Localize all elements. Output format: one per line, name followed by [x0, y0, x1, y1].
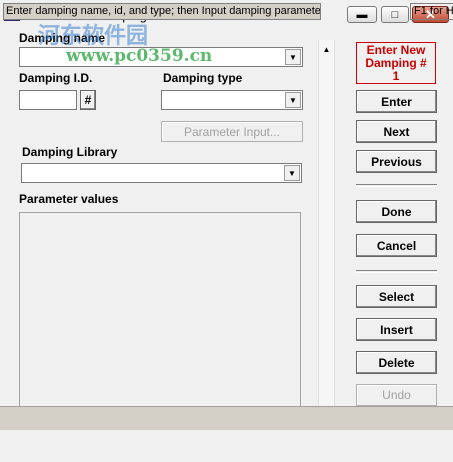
parameter-input-button[interactable]: Parameter Input... — [161, 121, 303, 142]
damping-library-combo[interactable]: ▼ — [21, 163, 302, 183]
maximize-button[interactable]: □ — [381, 6, 409, 23]
scroll-up-icon[interactable]: ▲ — [320, 42, 333, 56]
damping-id-input[interactable] — [19, 90, 77, 110]
previous-button[interactable]: Previous — [356, 150, 437, 173]
chevron-down-icon[interactable]: ▼ — [284, 165, 300, 181]
watermark-url: www.pc0359.cn — [66, 46, 213, 66]
damping-id-label: Damping I.D. — [19, 71, 93, 85]
damping-type-label: Damping type — [163, 71, 243, 85]
minimize-icon: ▬ — [356, 8, 368, 21]
delete-button[interactable]: Delete — [356, 351, 437, 374]
status-message: Enter damping name, id, and type; then I… — [3, 3, 321, 20]
status-bar — [0, 406, 453, 430]
damping-type-combo[interactable]: ▼ — [161, 90, 303, 110]
parameter-values-label: Parameter values — [19, 192, 119, 206]
enter-button[interactable]: Enter — [356, 90, 437, 113]
damping-library-label: Damping Library — [22, 145, 118, 159]
mode-text: Enter New Damping # 1 — [365, 42, 427, 83]
separator — [356, 184, 437, 187]
status-help: F1 for Help — [410, 3, 453, 20]
parameter-values-list[interactable] — [19, 212, 301, 408]
cancel-button[interactable]: Cancel — [356, 234, 437, 257]
chevron-down-icon[interactable]: ▼ — [285, 49, 301, 65]
mode-indicator: Enter New Damping # 1 — [356, 42, 436, 84]
maximize-icon: □ — [391, 8, 399, 21]
id-pick-button[interactable]: # — [80, 90, 96, 110]
done-button[interactable]: Done — [356, 200, 437, 223]
chevron-down-icon[interactable]: ▼ — [285, 92, 301, 108]
undo-button[interactable]: Undo — [356, 384, 437, 406]
insert-button[interactable]: Insert — [356, 318, 437, 341]
select-button[interactable]: Select — [356, 285, 437, 308]
separator — [356, 270, 437, 273]
vertical-scrollbar[interactable]: ▲ — [318, 40, 335, 406]
next-button[interactable]: Next — [356, 120, 437, 143]
minimize-button[interactable]: ▬ — [347, 6, 377, 23]
